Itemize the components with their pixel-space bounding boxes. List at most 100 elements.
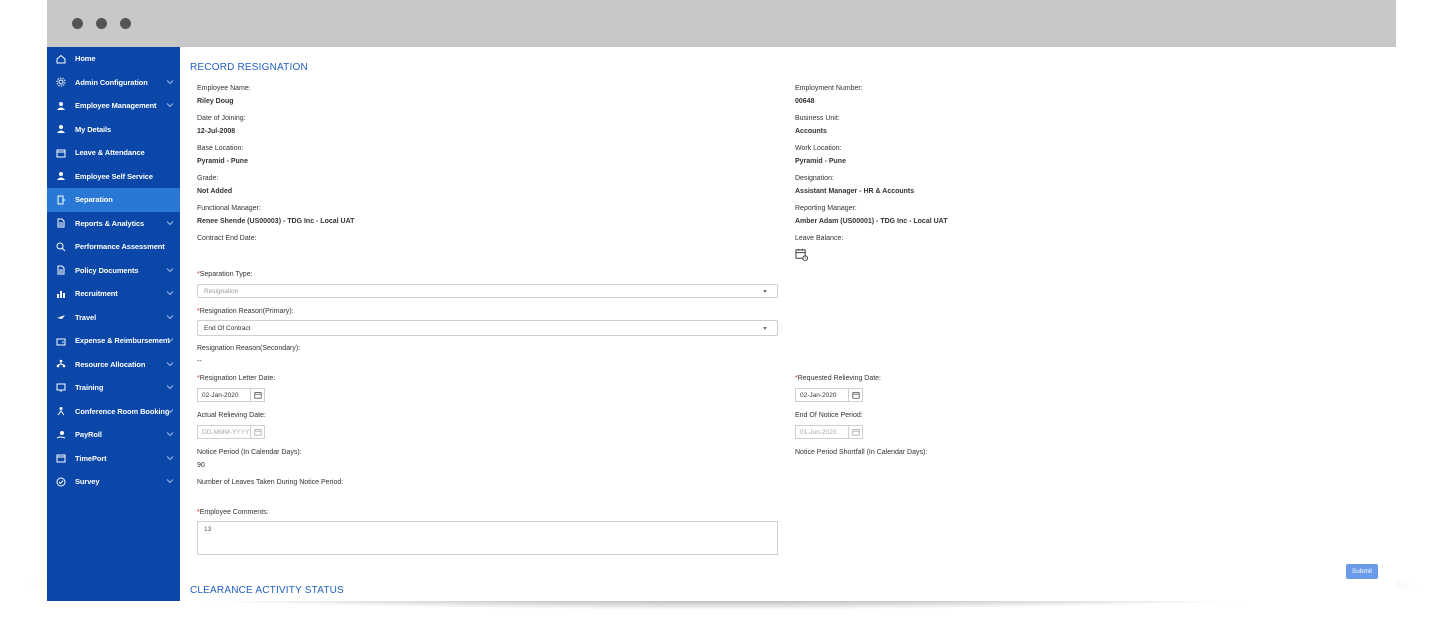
reason-primary-select[interactable]: End Of Contract xyxy=(197,320,778,336)
base-location-value: Pyramid - Pune xyxy=(197,158,248,165)
comments-label: *Employee Comments: xyxy=(197,509,269,516)
doj-value: 12-Jul-2008 xyxy=(197,128,236,135)
sidebar-item-conference-room-booking[interactable]: Conference Room Booking xyxy=(47,400,180,424)
employee-name-value: Riley Doug xyxy=(197,98,234,105)
chevron-down-icon[interactable] xyxy=(166,79,174,85)
airplane-icon xyxy=(55,312,66,323)
designation-label: Designation: xyxy=(795,175,834,182)
requested-relieving-input[interactable]: 02-Jan-2020 xyxy=(795,388,849,402)
sidebar-item-label: Employee Self Service xyxy=(75,171,153,181)
end-notice-calendar-icon[interactable] xyxy=(849,425,863,439)
meeting-icon xyxy=(55,406,66,417)
document-icon xyxy=(55,265,66,276)
reporting-manager-value: Amber Adam (US00001) - TDG Inc - Local U… xyxy=(795,218,948,225)
window-dot-3[interactable] xyxy=(120,18,131,29)
letter-date-input[interactable]: 02-Jan-2020 xyxy=(197,388,251,402)
sidebar-item-survey[interactable]: Survey xyxy=(47,470,180,494)
sidebar-item-training[interactable]: Training xyxy=(47,376,180,400)
presentation-icon xyxy=(55,382,66,393)
sidebar-item-my-details[interactable]: My Details xyxy=(47,118,180,142)
chevron-down-icon[interactable] xyxy=(166,290,174,296)
door-exit-icon xyxy=(55,194,66,205)
sidebar-item-travel[interactable]: Travel xyxy=(47,306,180,330)
letter-date-calendar-icon[interactable] xyxy=(251,388,265,402)
sidebar-item-leave-attendance[interactable]: Leave & Attendance xyxy=(47,141,180,165)
sidebar-item-performance-assessment[interactable]: Performance Assessment xyxy=(47,235,180,259)
leave-balance-calendar-icon[interactable] xyxy=(795,248,808,261)
calendar-icon xyxy=(55,453,66,464)
sidebar-item-label: Policy Documents xyxy=(75,265,139,275)
sidebar-item-label: Resource Allocation xyxy=(75,359,146,369)
separation-type-label: *Separation Type: xyxy=(197,271,253,278)
sidebar-item-reports-analytics[interactable]: Reports & Analytics xyxy=(47,212,180,236)
notice-shortfall-label: Notice Period Shortfall (In Calendar Day… xyxy=(795,449,928,456)
doj-label: Date of Joining: xyxy=(197,115,246,122)
reporting-manager-label: Reporting Manager: xyxy=(795,205,857,212)
sidebar-item-label: Performance Assessment xyxy=(75,242,165,252)
functional-manager-label: Functional Manager: xyxy=(197,205,261,212)
work-location-value: Pyramid - Pune xyxy=(795,158,846,165)
contract-end-label: Contract End Date: xyxy=(197,235,257,242)
chevron-down-icon[interactable] xyxy=(166,431,174,437)
chevron-down-icon[interactable] xyxy=(166,337,174,343)
end-notice-input[interactable]: 01-Jun-2020 xyxy=(795,425,849,439)
chevron-down-icon[interactable] xyxy=(166,102,174,108)
chevron-down-icon xyxy=(763,327,767,330)
letter-date-label: *Resignation Letter Date: xyxy=(197,375,276,382)
chevron-down-icon[interactable] xyxy=(166,314,174,320)
comments-textarea[interactable]: 13 xyxy=(197,521,778,555)
chevron-down-icon[interactable] xyxy=(166,361,174,367)
sidebar-item-payroll[interactable]: PayRoll xyxy=(47,423,180,447)
sidebar: Home Admin Configuration Employee Manageme… xyxy=(47,47,180,601)
sidebar-item-label: Expense & Reimbursement xyxy=(75,336,170,346)
sidebar-item-label: Conference Room Booking xyxy=(75,406,170,416)
grade-value: Not Added xyxy=(197,188,233,195)
check-circle-icon xyxy=(55,476,66,487)
chevron-down-icon[interactable] xyxy=(166,408,174,414)
requested-relieving-calendar-icon[interactable] xyxy=(849,388,863,402)
leave-balance-label: Leave Balance: xyxy=(795,235,844,242)
magnifier-icon xyxy=(55,241,66,252)
user-icon xyxy=(55,100,66,111)
work-location-label: Work Location: xyxy=(795,145,842,152)
sidebar-item-admin-configuration[interactable]: Admin Configuration xyxy=(47,71,180,95)
sidebar-item-employee-management[interactable]: Employee Management xyxy=(47,94,180,118)
sidebar-item-expense-reimbursement[interactable]: Expense & Reimbursement xyxy=(47,329,180,353)
submit-button[interactable]: Submit xyxy=(1346,564,1378,579)
sidebar-item-label: Reports & Analytics xyxy=(75,218,145,228)
employment-number-label: Employment Number: xyxy=(795,85,863,92)
sidebar-item-home[interactable]: Home xyxy=(47,47,180,71)
sidebar-item-label: Recruitment xyxy=(75,289,118,299)
sidebar-item-policy-documents[interactable]: Policy Documents xyxy=(47,259,180,283)
sidebar-item-label: Survey xyxy=(75,477,100,487)
sidebar-item-label: Travel xyxy=(75,312,97,322)
separation-type-select[interactable]: Resignation xyxy=(197,284,778,298)
sidebar-item-label: Leave & Attendance xyxy=(75,148,145,158)
sidebar-item-label: TimePort xyxy=(75,453,107,463)
business-unit-label: Business Unit: xyxy=(795,115,840,122)
chevron-down-icon[interactable] xyxy=(166,267,174,273)
chevron-down-icon[interactable] xyxy=(166,478,174,484)
chevron-down-icon[interactable] xyxy=(166,220,174,226)
actual-relieving-input[interactable]: DD-MMM-YYYY xyxy=(197,425,251,439)
chevron-down-icon xyxy=(763,290,767,293)
title-bar xyxy=(47,0,1396,47)
sidebar-item-recruitment[interactable]: Recruitment xyxy=(47,282,180,306)
sidebar-item-employee-self-service[interactable]: Employee Self Service xyxy=(47,165,180,189)
chevron-down-icon[interactable] xyxy=(166,384,174,390)
sidebar-item-timeport[interactable]: TimePort xyxy=(47,447,180,471)
bar-chart-icon xyxy=(55,288,66,299)
chevron-down-icon[interactable] xyxy=(166,455,174,461)
notice-period-value: 90 xyxy=(197,462,205,469)
reason-primary-label: *Resignation Reason(Primary): xyxy=(197,308,294,315)
calendar-icon xyxy=(55,147,66,158)
page-title: RECORD RESIGNATION xyxy=(190,62,308,73)
sidebar-item-resource-allocation[interactable]: Resource Allocation xyxy=(47,353,180,377)
actual-relieving-calendar-icon[interactable] xyxy=(251,425,265,439)
reason-secondary-value: -- xyxy=(197,358,202,365)
sidebar-item-separation[interactable]: Separation xyxy=(47,188,180,212)
window-dot-2[interactable] xyxy=(96,18,107,29)
employee-name-label: Employee Name: xyxy=(197,85,251,92)
reason-secondary-label: Resignation Reason(Secondary): xyxy=(197,345,301,352)
window-dot-1[interactable] xyxy=(72,18,83,29)
